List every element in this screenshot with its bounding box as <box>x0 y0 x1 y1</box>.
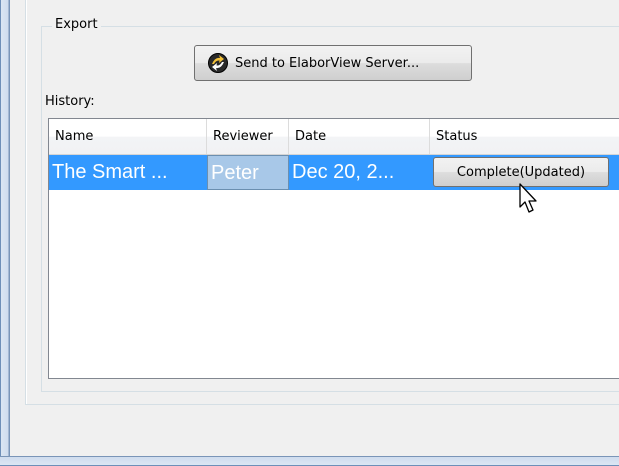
cell-name[interactable]: The Smart ... <box>49 155 207 190</box>
cell-date[interactable]: Dec 20, 2... <box>289 155 430 190</box>
history-table[interactable]: Name Reviewer Date Status The Smart ... … <box>48 118 619 379</box>
send-button-label: Send to ElaborView Server... <box>235 55 420 71</box>
mouse-pointer-icon <box>519 183 537 213</box>
column-header-date[interactable]: Date <box>289 119 430 154</box>
history-label: History: <box>45 94 95 109</box>
cell-reviewer[interactable]: Peter <box>207 155 289 190</box>
window-frame-bottom <box>0 456 619 466</box>
window-frame-left <box>0 0 10 466</box>
history-table-header: Name Reviewer Date Status <box>49 119 619 155</box>
column-header-status[interactable]: Status <box>430 119 619 154</box>
send-to-server-button[interactable]: Send to ElaborView Server... <box>194 45 472 81</box>
export-group-title: Export <box>52 17 101 32</box>
column-header-name[interactable]: Name <box>49 119 207 154</box>
column-header-reviewer[interactable]: Reviewer <box>207 119 289 154</box>
server-upload-icon <box>207 52 229 74</box>
